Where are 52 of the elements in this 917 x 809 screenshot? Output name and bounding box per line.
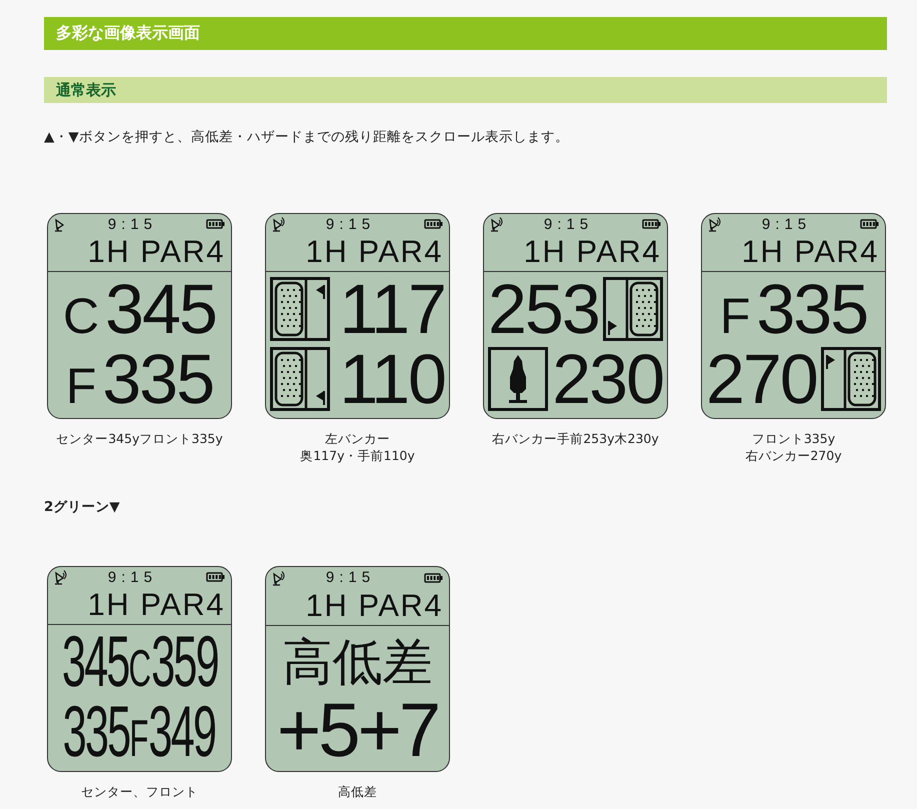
bunker-icon — [821, 347, 881, 411]
clock-time: 9:15 — [326, 216, 376, 232]
distance-value: 349 — [149, 697, 216, 767]
distance-label: F — [130, 713, 150, 765]
distance-value: 270 — [706, 344, 817, 414]
clock-time: 9:15 — [544, 216, 594, 232]
distance-label: C — [128, 643, 151, 695]
battery-icon — [206, 219, 225, 229]
bunker-icon — [603, 277, 663, 341]
clock-time: 9:15 — [326, 569, 376, 586]
image-caption: センター、フロント — [81, 783, 198, 800]
distance-value: 335 — [102, 344, 214, 414]
bunker-icon — [270, 347, 330, 411]
battery-icon — [206, 572, 225, 582]
distance-value: 253 — [488, 274, 599, 344]
clock-time: 9:15 — [108, 568, 158, 586]
distance-label: F — [720, 291, 750, 341]
distance-value: 345 — [62, 627, 128, 697]
distance-label: F — [66, 361, 96, 411]
battery-icon — [424, 219, 443, 229]
bunker-icon — [270, 277, 330, 341]
distance-value: 335 — [63, 697, 130, 767]
battery-icon — [642, 219, 661, 229]
distance-value: 110 — [339, 344, 445, 414]
description-text: ▲・▼ボタンを押すと、高低差・ハザードまでの残り距離をスクロール表示します。 — [44, 128, 570, 146]
distance-value: 335 — [756, 274, 868, 344]
tree-icon — [488, 347, 548, 411]
image-caption: 高低差 — [338, 783, 377, 800]
hole-info: 1H PAR4 — [524, 234, 662, 269]
distance-value: 345 — [105, 274, 216, 344]
hole-info: 1H PAR4 — [742, 234, 880, 269]
distance-value: 117 — [339, 274, 445, 344]
group-heading: 2グリーン▼ — [44, 498, 121, 516]
image-caption: 右バンカー手前253y木230y — [492, 430, 659, 447]
hole-info: 1H PAR4 — [306, 588, 444, 623]
image-caption: 左バンカー 奥117y・手前110y — [300, 430, 415, 464]
hole-info: 1H PAR4 — [88, 587, 226, 622]
section-heading: 通常表示 — [44, 77, 887, 103]
distance-label: C — [63, 291, 100, 341]
hole-info: 1H PAR4 — [88, 234, 226, 269]
elevation-value: +5+7 — [276, 695, 438, 767]
distance-value: 230 — [552, 344, 663, 414]
battery-icon — [424, 572, 443, 582]
image-caption: センター345yフロント335y — [56, 430, 223, 447]
elevation-label: 高低差 — [282, 632, 432, 692]
page-title: 多彩な画像表示画面 — [44, 17, 887, 50]
hole-info: 1H PAR4 — [306, 234, 444, 269]
distance-value: 359 — [150, 627, 218, 697]
battery-icon — [860, 219, 879, 229]
image-caption: フロント335y 右バンカー270y — [745, 430, 842, 464]
clock-time: 9:15 — [108, 216, 158, 232]
clock-time: 9:15 — [762, 216, 812, 232]
